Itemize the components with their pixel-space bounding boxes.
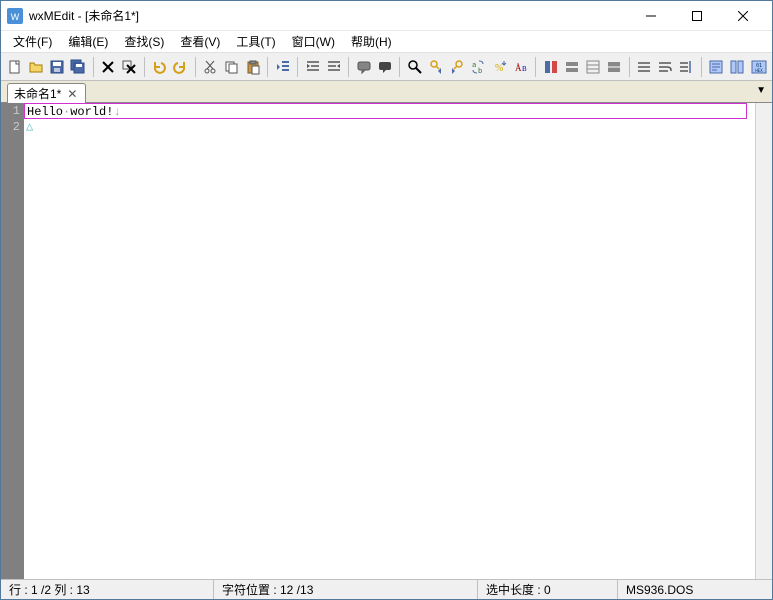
status-row-col: 行 : 1 /2 列 : 13 bbox=[1, 580, 214, 599]
statusbar: 行 : 1 /2 列 : 13 字符位置 : 12 /13 选中长度 : 0 M… bbox=[1, 579, 772, 599]
tab-close-icon[interactable]: ✕ bbox=[65, 87, 79, 101]
unindent-button[interactable] bbox=[324, 56, 343, 78]
save-button[interactable] bbox=[47, 56, 66, 78]
copy-button[interactable] bbox=[222, 56, 241, 78]
undo-button[interactable] bbox=[150, 56, 169, 78]
redo-button[interactable] bbox=[171, 56, 190, 78]
chars-button[interactable]: ÅB bbox=[511, 56, 530, 78]
toolbar: ab % ÅB 01HEX bbox=[1, 53, 772, 81]
svg-text:W: W bbox=[11, 12, 20, 22]
paste-button[interactable] bbox=[243, 56, 262, 78]
outdent-button[interactable] bbox=[303, 56, 322, 78]
close-all-button[interactable] bbox=[120, 56, 139, 78]
tab-label: 未命名1* bbox=[14, 85, 61, 102]
cut-button[interactable] bbox=[201, 56, 220, 78]
bookmark-toggle-button[interactable] bbox=[541, 56, 560, 78]
code-line-1: Hello·world!↓ bbox=[24, 103, 747, 119]
bookmark-next-button[interactable] bbox=[562, 56, 581, 78]
bookmark-clear-button[interactable] bbox=[604, 56, 623, 78]
status-encoding: MS936.DOS bbox=[618, 580, 772, 599]
replace-symbol-button[interactable]: % bbox=[490, 56, 509, 78]
menu-view[interactable]: 查看(V) bbox=[172, 31, 228, 52]
wrap-none-button[interactable] bbox=[634, 56, 653, 78]
app-icon: W bbox=[7, 8, 23, 24]
line-number: 2 bbox=[1, 119, 24, 135]
menu-window[interactable]: 窗口(W) bbox=[284, 31, 343, 52]
indent-button[interactable] bbox=[273, 56, 292, 78]
svg-text:b: b bbox=[478, 67, 482, 75]
uncomment-button[interactable] bbox=[375, 56, 394, 78]
new-file-button[interactable] bbox=[5, 56, 24, 78]
svg-text:Å: Å bbox=[515, 63, 522, 73]
bookmark-prev-button[interactable] bbox=[583, 56, 602, 78]
line-number-gutter: 1 2 bbox=[1, 103, 24, 579]
svg-text:HEX: HEX bbox=[755, 68, 763, 73]
vertical-scrollbar[interactable] bbox=[755, 103, 772, 579]
status-char-pos: 字符位置 : 12 /13 bbox=[214, 580, 478, 599]
code-line-2: △ bbox=[24, 119, 755, 135]
line-number: 1 bbox=[1, 103, 24, 119]
minimize-button[interactable] bbox=[628, 1, 674, 31]
window-title: wxMEdit - [未命名1*] bbox=[29, 7, 628, 24]
find-next-button[interactable] bbox=[426, 56, 445, 78]
menubar: 文件(F) 编辑(E) 查找(S) 查看(V) 工具(T) 窗口(W) 帮助(H… bbox=[1, 31, 772, 53]
svg-text:B: B bbox=[522, 65, 527, 73]
hex-mode-button[interactable]: 01HEX bbox=[749, 56, 768, 78]
editor: 1 2 Hello·world!↓ △ bbox=[1, 103, 772, 579]
svg-text:%: % bbox=[495, 63, 503, 74]
column-mode-button[interactable] bbox=[728, 56, 747, 78]
text-area[interactable]: Hello·world!↓ △ bbox=[24, 103, 755, 579]
close-button[interactable] bbox=[720, 1, 766, 31]
menu-tools[interactable]: 工具(T) bbox=[228, 31, 283, 52]
tabbar: 未命名1* ✕ ▼ bbox=[1, 81, 772, 103]
replace-button[interactable]: ab bbox=[469, 56, 488, 78]
svg-text:a: a bbox=[472, 61, 476, 69]
open-file-button[interactable] bbox=[26, 56, 45, 78]
status-sel-len: 选中长度 : 0 bbox=[478, 580, 618, 599]
find-button[interactable] bbox=[405, 56, 424, 78]
titlebar: W wxMEdit - [未命名1*] bbox=[1, 1, 772, 31]
wrap-window-button[interactable] bbox=[656, 56, 675, 78]
menu-file[interactable]: 文件(F) bbox=[5, 31, 60, 52]
menu-search[interactable]: 查找(S) bbox=[116, 31, 172, 52]
text-mode-button[interactable] bbox=[707, 56, 726, 78]
find-prev-button[interactable] bbox=[448, 56, 467, 78]
wrap-col-button[interactable] bbox=[677, 56, 696, 78]
menu-edit[interactable]: 编辑(E) bbox=[60, 31, 116, 52]
tab-file-1[interactable]: 未命名1* ✕ bbox=[7, 83, 86, 103]
comment-button[interactable] bbox=[354, 56, 373, 78]
menu-help[interactable]: 帮助(H) bbox=[343, 31, 400, 52]
save-all-button[interactable] bbox=[68, 56, 87, 78]
maximize-button[interactable] bbox=[674, 1, 720, 31]
close-file-button[interactable] bbox=[98, 56, 117, 78]
tab-dropdown-icon[interactable]: ▼ bbox=[756, 85, 766, 96]
